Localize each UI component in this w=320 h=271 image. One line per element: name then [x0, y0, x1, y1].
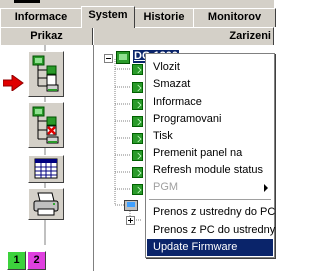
printer-icon	[33, 192, 59, 216]
menu-item-pgm[interactable]: PGM	[147, 179, 273, 196]
tree-expander[interactable]	[104, 54, 113, 63]
context-menu: Vlozit Smazat Informace Programovani Tis…	[145, 53, 275, 258]
print-button[interactable]	[28, 188, 64, 220]
menu-item-smazat[interactable]: Smazat	[147, 76, 273, 93]
menu-separator	[149, 199, 271, 201]
module-node-icon[interactable]	[132, 150, 143, 161]
command-panel: 1 2	[0, 45, 94, 271]
menu-item-premenit-panel[interactable]: Premenit panel na	[147, 145, 273, 162]
panel-node-icon	[116, 51, 130, 64]
tab-row: Informace System Historie Monitorov	[0, 6, 276, 28]
column-header-zarizeni[interactable]: Zarizeni	[93, 27, 274, 46]
color-keys: 1 2	[7, 251, 47, 271]
title-fragment	[14, 0, 40, 3]
key-1-button[interactable]: 1	[7, 251, 26, 270]
menu-item-refresh-module-status[interactable]: Refresh module status	[147, 162, 273, 179]
tab-informace[interactable]: Informace	[0, 8, 82, 27]
download-to-panel-icon	[32, 55, 59, 92]
menu-item-programovani[interactable]: Programovani	[147, 111, 273, 128]
delete-device-button[interactable]	[28, 102, 64, 148]
menu-item-informace[interactable]: Informace	[147, 94, 273, 111]
module-node-icon[interactable]	[132, 184, 143, 195]
delete-device-icon	[32, 106, 59, 144]
tab-system[interactable]: System	[81, 6, 135, 28]
menu-item-tisk[interactable]: Tisk	[147, 128, 273, 145]
computer-node-icon[interactable]	[124, 200, 138, 211]
selection-arrow-icon	[3, 75, 24, 91]
tab-historie[interactable]: Historie	[134, 8, 194, 27]
module-node-icon[interactable]	[132, 64, 143, 75]
calendar-button[interactable]	[28, 155, 64, 183]
module-node-icon[interactable]	[132, 133, 143, 144]
menu-item-pgm-label: PGM	[153, 181, 179, 193]
key-2-button[interactable]: 2	[27, 251, 46, 270]
menu-item-prenos-z-ustredny[interactable]: Prenos z ustredny do PC	[147, 204, 275, 221]
download-to-panel-button[interactable]	[28, 51, 64, 97]
module-node-icon[interactable]	[132, 99, 143, 110]
module-node-icon[interactable]	[132, 116, 143, 127]
module-node-icon[interactable]	[132, 82, 143, 93]
tree-expander[interactable]	[126, 216, 135, 225]
menu-item-prenos-z-pc[interactable]: Prenos z PC do ustredny	[147, 222, 275, 239]
calendar-grid-icon	[34, 158, 58, 179]
menu-item-update-firmware[interactable]: Update Firmware	[147, 239, 273, 256]
tab-monitorovani[interactable]: Monitorov	[193, 8, 276, 27]
submenu-arrow-icon	[264, 184, 268, 192]
column-header-prikaz[interactable]: Prikaz	[0, 27, 93, 46]
column-header-zarizeni-label: Zarizeni	[229, 30, 271, 42]
module-node-icon[interactable]	[132, 167, 143, 178]
menu-item-vlozit[interactable]: Vlozit	[147, 59, 273, 76]
